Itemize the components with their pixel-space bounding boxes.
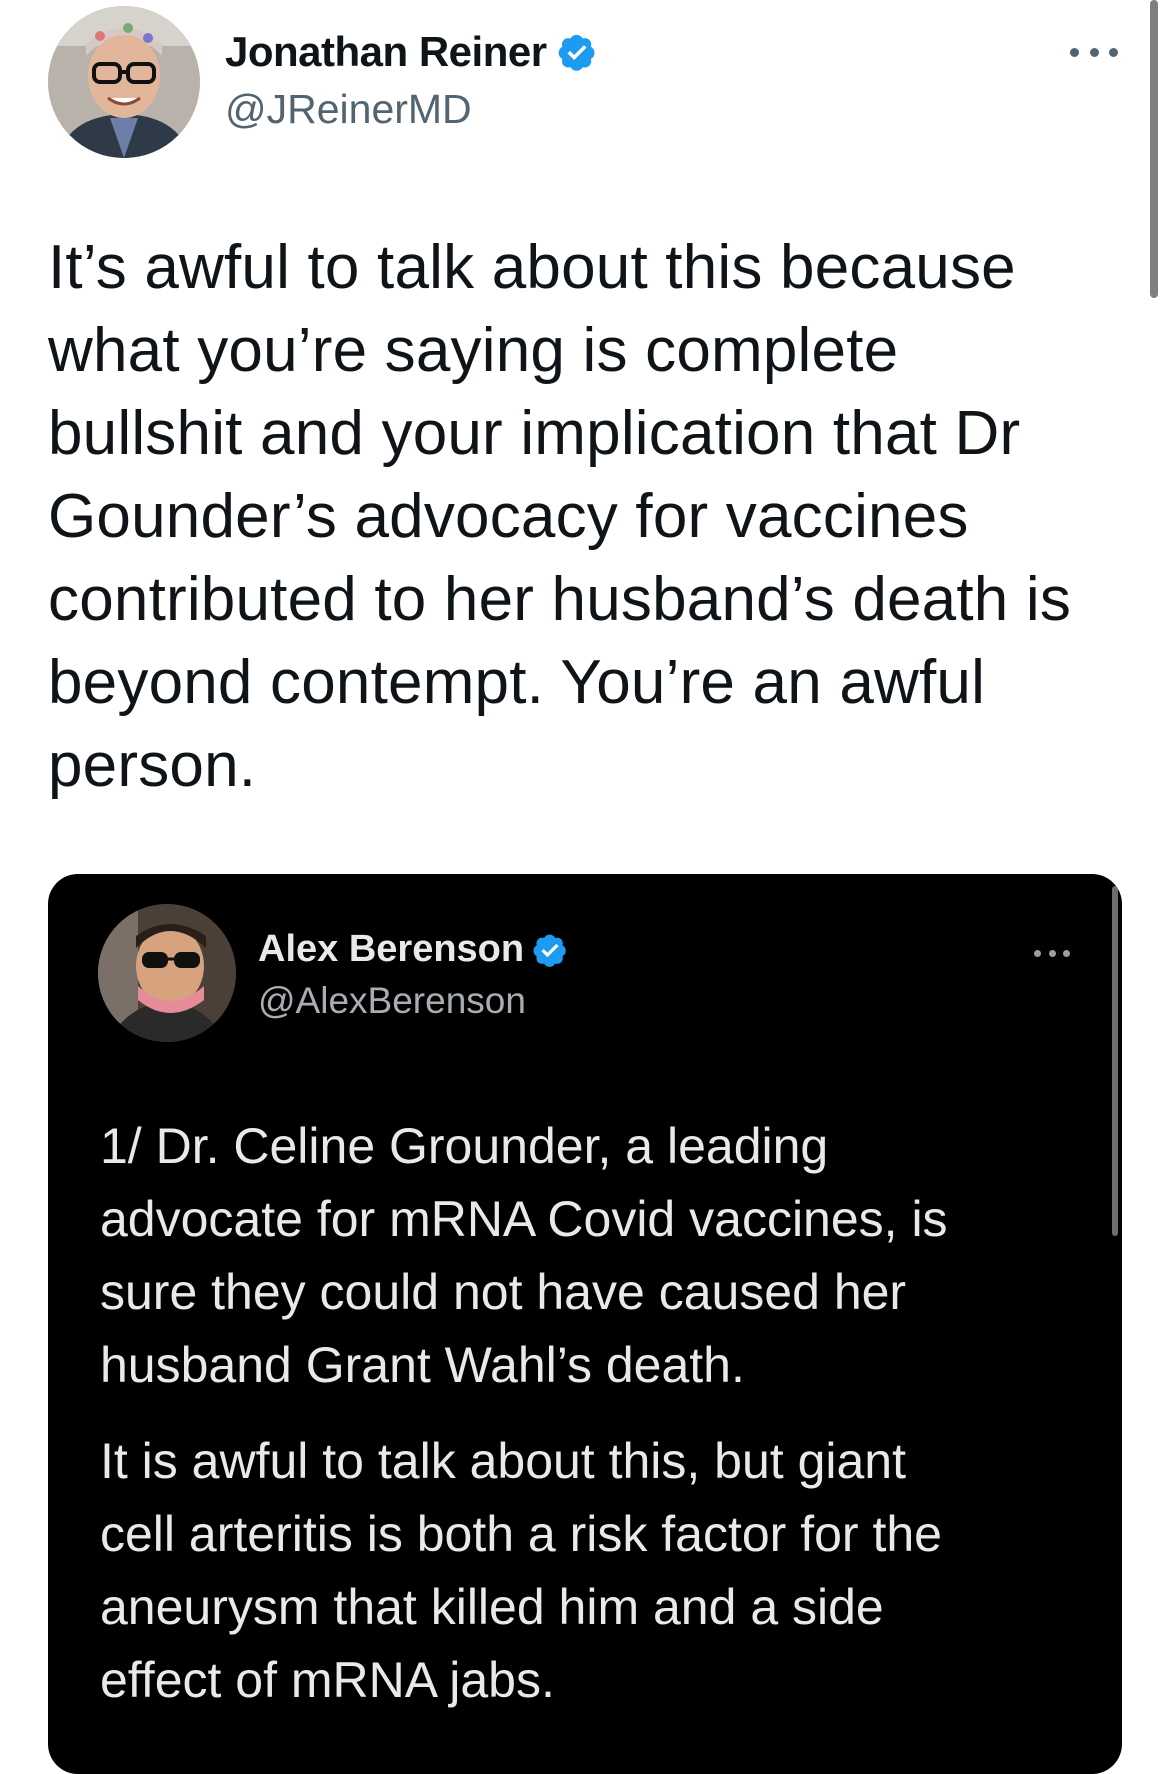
author-handle[interactable]: @JReinerMD xyxy=(225,86,472,133)
quoted-author-avatar xyxy=(98,904,236,1042)
tweet-text-line: person. xyxy=(48,731,257,800)
quoted-author-name-row: Alex Berenson xyxy=(258,928,568,971)
tweet-text-line: Gounder’s advocacy for vaccines xyxy=(48,482,969,551)
embedded-scrollbar xyxy=(1112,886,1118,1236)
quoted-paragraph-2: It is awful to talk about this, but gian… xyxy=(100,1425,1100,1717)
tweet-text: It’s awful to talk about this because wh… xyxy=(48,226,1128,807)
dot xyxy=(1109,47,1118,57)
verified-badge-icon xyxy=(533,934,566,967)
avatar-photo-icon xyxy=(98,904,236,1042)
quoted-text-line: aneurysm that killed him and a side xyxy=(100,1579,884,1635)
dot xyxy=(1089,47,1099,57)
quoted-text-line: It is awful to talk about this, but gian… xyxy=(100,1433,907,1489)
dot xyxy=(1070,47,1079,57)
quoted-text-line: effect of mRNA jabs. xyxy=(100,1652,555,1708)
author-avatar[interactable] xyxy=(48,6,200,158)
quoted-text-line: cell arteritis is both a risk factor for… xyxy=(100,1506,942,1562)
more-options-icon[interactable] xyxy=(1070,40,1118,64)
dot xyxy=(1034,949,1041,957)
quoted-text-line: husband Grant Wahl’s death. xyxy=(100,1337,745,1393)
quoted-author-display-name: Alex Berenson xyxy=(258,928,525,970)
avatar-photo-icon xyxy=(48,6,200,158)
tweet-text-line: what you’re saying is complete xyxy=(48,316,899,385)
quoted-text-line: advocate for mRNA Covid vaccines, is xyxy=(100,1191,948,1247)
tweet-text-line: beyond contempt. You’re an awful xyxy=(48,648,986,717)
dot xyxy=(1063,949,1070,957)
author-display-name[interactable]: Jonathan Reiner xyxy=(225,28,547,76)
author-name-row: Jonathan Reiner xyxy=(225,28,597,76)
tweet: Jonathan Reiner @JReinerMD It’s awful to… xyxy=(0,0,1170,1774)
scrollbar[interactable] xyxy=(1150,0,1158,298)
embedded-tweet-screenshot[interactable]: Alex Berenson @AlexBerenson 1/ Dr. Celin… xyxy=(48,874,1122,1774)
quoted-text-line: sure they could not have caused her xyxy=(100,1264,907,1320)
quoted-paragraph-1: 1/ Dr. Celine Grounder, a leading advoca… xyxy=(100,1110,1100,1402)
verified-badge-icon xyxy=(558,34,595,71)
dot xyxy=(1048,949,1056,957)
more-options-icon xyxy=(1034,946,1070,960)
tweet-text-line: bullshit and your implication that Dr xyxy=(48,399,1021,468)
quoted-text-line: 1/ Dr. Celine Grounder, a leading xyxy=(100,1118,829,1174)
tweet-text-line: contributed to her husband’s death is xyxy=(48,565,1072,634)
tweet-text-line: It’s awful to talk about this because xyxy=(48,233,1016,302)
quoted-author-handle: @AlexBerenson xyxy=(258,980,526,1021)
